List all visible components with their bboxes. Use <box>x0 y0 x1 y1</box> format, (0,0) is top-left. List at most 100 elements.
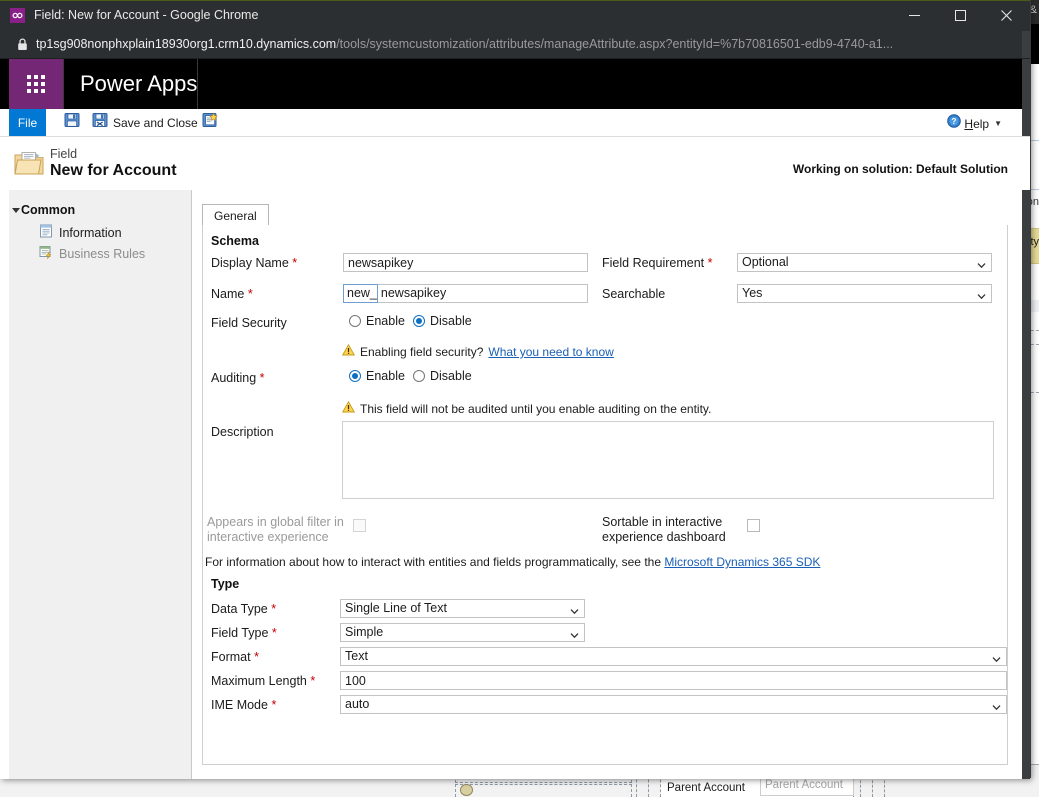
field-security-disable-radio[interactable]: Disable <box>413 314 472 328</box>
new-button[interactable] <box>202 112 218 133</box>
field-requirement-select[interactable]: Optional <box>737 253 992 272</box>
maximum-length-input[interactable] <box>340 671 1007 690</box>
searchable-select[interactable]: Yes <box>737 284 992 303</box>
auditing-disable-radio[interactable]: Disable <box>413 369 472 383</box>
backdrop-bottom-dashed-2 <box>455 784 632 797</box>
vertical-scrollbar[interactable] <box>1022 190 1030 779</box>
data-type-select[interactable]: Single Line of Text <box>340 599 585 618</box>
sidebar-item-business-rules-label: Business Rules <box>59 247 146 261</box>
chevron-down-icon <box>570 604 579 615</box>
auditing-disable-label: Disable <box>430 369 472 383</box>
lock-icon <box>17 38 28 56</box>
required-asterisk: * <box>306 674 316 688</box>
file-tab[interactable]: File <box>9 109 46 136</box>
field-security-label: Field Security <box>211 316 287 330</box>
dynamics-365-sdk-link[interactable]: Microsoft Dynamics 365 SDK <box>664 555 820 569</box>
sdk-note: For information about how to interact wi… <box>205 555 820 569</box>
field-requirement-label: Field Requirement * <box>602 256 713 270</box>
address-bar[interactable]: tp1sg908nonphxplain18930org1.crm10.dynam… <box>0 31 1030 59</box>
required-asterisk: * <box>288 256 298 270</box>
chevron-down-icon <box>992 652 1001 663</box>
app-launcher-button[interactable] <box>9 59 63 109</box>
business-rules-icon <box>39 245 53 264</box>
field-security-disable-label: Disable <box>430 314 472 328</box>
header-separator-2 <box>197 59 198 109</box>
save-and-close-icon <box>92 112 108 133</box>
chrome-window: Field: New for Account - Google Chrome t… <box>0 0 1030 779</box>
page-header: Field New for Account Working on solutio… <box>0 137 1030 190</box>
data-type-label: Data Type * <box>211 602 277 616</box>
svg-text:?: ? <box>952 117 957 126</box>
name-prefix-input[interactable]: new_ <box>343 284 378 303</box>
type-section-title: Type <box>211 577 240 591</box>
chevron-down-icon: ▼ <box>994 119 1002 128</box>
url-host: tp1sg908nonphxplain18930org1.crm10.dynam… <box>36 37 337 51</box>
warning-icon <box>341 343 356 361</box>
required-asterisk: * <box>268 626 277 640</box>
sidebar-item-information-label: Information <box>59 226 122 240</box>
help-accel-letter: H <box>964 116 974 131</box>
sortable-checkbox[interactable] <box>747 519 760 532</box>
required-asterisk: * <box>244 287 253 301</box>
auditing-warning-text: This field will not be audited until you… <box>360 402 712 416</box>
sdk-note-text: For information about how to interact wi… <box>205 555 661 569</box>
header-separator-1 <box>63 59 64 109</box>
window-controls <box>891 0 1030 31</box>
required-asterisk: * <box>704 256 713 270</box>
format-select[interactable]: Text <box>340 647 1007 666</box>
name-input-group[interactable]: new_ newsapikey <box>343 284 588 303</box>
left-navigation: Common Information Business Rules <box>9 190 192 779</box>
sidebar-item-information[interactable]: Information <box>39 224 122 242</box>
close-icon[interactable] <box>983 0 1030 31</box>
sortable-label-line1: Sortable in interactive <box>602 515 723 529</box>
title-bar: Field: New for Account - Google Chrome <box>0 0 1030 31</box>
schema-section-title: Schema <box>211 234 259 248</box>
collapse-triangle-icon[interactable] <box>12 208 20 213</box>
required-asterisk: * <box>250 650 259 664</box>
radio-unselected-icon <box>349 315 361 327</box>
save-and-close-label: Save and Close <box>113 115 198 130</box>
ime-mode-value: auto <box>345 697 370 711</box>
what-you-need-to-know-link[interactable]: What you need to know <box>488 345 613 359</box>
save-and-close-button[interactable]: Save and Close <box>92 112 198 133</box>
chevron-down-icon <box>977 258 986 269</box>
nav-group-common[interactable]: Common <box>21 203 75 217</box>
auditing-warning: This field will not be audited until you… <box>341 400 712 418</box>
chevron-down-icon <box>992 700 1001 711</box>
scrollbar-corner-top <box>1022 31 1030 58</box>
auditing-enable-radio[interactable]: Enable <box>349 369 405 383</box>
name-input[interactable]: newsapikey <box>377 284 588 303</box>
global-filter-label-line2: interactive experience <box>207 530 329 544</box>
scrollbar-track-header <box>1022 59 1030 109</box>
power-apps-favicon <box>10 8 25 23</box>
radio-selected-icon <box>413 315 425 327</box>
sidebar-item-business-rules[interactable]: Business Rules <box>39 245 145 263</box>
field-security-enable-radio[interactable]: Enable <box>349 314 405 328</box>
name-label: Name * <box>211 287 253 301</box>
tab-general[interactable]: General <box>202 204 269 227</box>
auditing-label: Auditing * <box>211 371 265 385</box>
chevron-down-icon <box>977 289 986 300</box>
radio-selected-icon <box>349 370 361 382</box>
field-type-select[interactable]: Simple <box>340 623 585 642</box>
backdrop-parent-account-label: Parent Account <box>667 782 745 794</box>
window-title: Field: New for Account - Google Chrome <box>34 8 259 22</box>
auditing-enable-label: Enable <box>366 369 405 383</box>
help-label-rest: elp <box>973 116 990 131</box>
display-name-input[interactable] <box>343 253 588 272</box>
ime-mode-select[interactable]: auto <box>340 695 1007 714</box>
form-content: General Schema Display Name * Field Requ… <box>192 190 1022 779</box>
save-button[interactable] <box>64 112 80 133</box>
backdrop-fragment-amp: & <box>1029 4 1037 16</box>
field-security-enable-label: Enable <box>366 314 405 328</box>
waffle-icon <box>27 75 45 93</box>
new-record-icon <box>202 112 218 133</box>
help-label: Help <box>964 117 989 131</box>
minimize-icon[interactable] <box>891 0 937 31</box>
app-title[interactable]: Power Apps <box>80 59 197 109</box>
maximize-icon[interactable] <box>937 0 983 31</box>
entity-kind-label: Field <box>50 147 78 161</box>
display-name-label: Display Name * <box>211 256 298 270</box>
description-textarea[interactable] <box>342 421 994 499</box>
help-button[interactable]: ? Help ▼ <box>947 114 1002 133</box>
